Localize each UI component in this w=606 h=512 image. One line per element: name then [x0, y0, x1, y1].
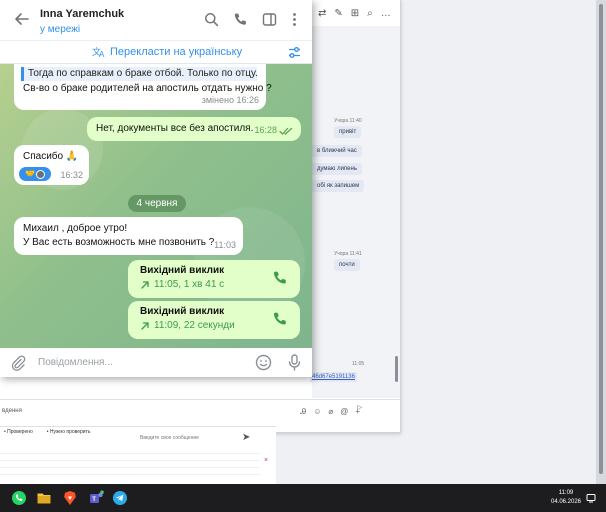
send-icon[interactable]: ▷	[357, 404, 362, 411]
outgoing-call-message[interactable]: Вихідний виклик 11:09, 22 секунди	[128, 301, 300, 339]
send-arrow-icon[interactable]: ➤	[242, 432, 250, 443]
reaction-badge[interactable]: 🤝	[19, 167, 51, 181]
call-back-phone-icon[interactable]	[272, 311, 288, 327]
background-toolbar: ⇄ ✎ ⊞ ⌕ …	[312, 0, 400, 26]
bg-msg-time: 11:05	[352, 361, 365, 367]
message-time: 16:32	[60, 170, 83, 180]
bg2-list	[0, 447, 260, 481]
bg-message: привіт	[334, 126, 362, 138]
outgoing-arrow-icon	[141, 321, 149, 330]
outgoing-call-message[interactable]: Вихідний виклик 11:05, 1 хв 41 с	[128, 260, 300, 298]
background-chat: Учора 11:40 привіт в ближчий час думаю л…	[312, 26, 400, 398]
emoji-icon[interactable]	[255, 354, 272, 371]
bg-msg-time: Учора 11:41	[334, 251, 362, 257]
message-outgoing[interactable]: Нет, документы все без апостиля. 16:28	[87, 117, 301, 141]
message-incoming[interactable]: Михаил , доброе утро! У Вас есть возможн…	[14, 217, 243, 255]
mention-icon[interactable]: @	[340, 407, 348, 417]
more-icon[interactable]: …	[381, 8, 391, 19]
text-format-icon[interactable]: Ꭿ	[300, 407, 306, 417]
bg-scrollbar[interactable]	[395, 356, 398, 382]
telegram-icon[interactable]	[112, 490, 128, 506]
svg-text:T: T	[92, 497, 96, 503]
message-time: 16:28	[254, 125, 277, 135]
message-text-line: Михаил , доброе утро!	[23, 223, 128, 234]
bg-message: почти	[334, 259, 360, 271]
outgoing-arrow-icon	[141, 280, 149, 289]
phone-icon[interactable]	[233, 12, 248, 27]
search-icon[interactable]: ⌕	[367, 8, 373, 19]
bg-message: в ближчий час	[312, 145, 362, 157]
chat-header: Inna Yaremchuk у мережі	[0, 0, 312, 40]
call-details: 11:05, 1 хв 41 с	[140, 279, 288, 290]
bg-input-label: вдення	[2, 408, 22, 414]
call-duration: 11:09, 22 секунди	[154, 320, 235, 331]
back-arrow-icon[interactable]	[13, 10, 31, 28]
message-time: змінено 16:26	[201, 95, 259, 105]
notification-icon[interactable]	[586, 493, 596, 503]
avatar	[35, 169, 45, 179]
bg-input-tools: Ꭿ ☺ ⌀ @ +	[300, 407, 360, 417]
system-clock[interactable]: 11:09 04.06.2026	[548, 489, 584, 507]
bg-message: думаю липень	[312, 163, 362, 175]
svg-text:A: A	[99, 50, 105, 58]
double-check-icon	[279, 127, 293, 135]
clock-date: 04.06.2026	[550, 499, 582, 505]
translate-label: Перекласти на українську	[110, 46, 243, 58]
grid-icon[interactable]: ⊞	[351, 8, 359, 19]
translate-settings-icon[interactable]	[287, 45, 302, 60]
scrollbar-thumb[interactable]	[599, 4, 603, 474]
search-icon[interactable]	[204, 12, 219, 27]
shuffle-icon[interactable]: ⇄	[318, 8, 326, 19]
close-icon[interactable]: ×	[264, 457, 268, 464]
call-back-phone-icon[interactable]	[272, 270, 288, 286]
handshake-icon: 🤝	[25, 169, 35, 178]
date-separator[interactable]: 4 червня	[128, 195, 186, 212]
taskbar: T 11:09 04.06.2026	[0, 484, 606, 512]
sidebar-toggle-icon[interactable]	[262, 12, 277, 27]
message-incoming[interactable]: Тогда по справкам о браке отбой. Только …	[14, 64, 272, 110]
bg-message: обі як запишем	[312, 180, 365, 192]
bg2-tabs: • Проверено • Нужно проверить	[0, 427, 276, 437]
bg2-hint: Введите свое сообщение	[140, 435, 199, 441]
telegram-chat-window: Inna Yaremchuk у мережі 文 A Перекласти н…	[0, 0, 312, 377]
page-scrollbar[interactable]	[596, 0, 606, 484]
message-text-line: У Вас есть возможность мне позвонить ?	[23, 237, 215, 248]
paperclip-icon[interactable]	[10, 355, 26, 371]
message-composer	[0, 348, 312, 377]
bg-message-input[interactable]: вдення Ꭿ ☺ ⌀ @ + ▷	[0, 399, 400, 423]
file-explorer-icon[interactable]	[36, 490, 52, 506]
message-text: Спасибо 🙏	[23, 151, 79, 162]
bg-link[interactable]: 46d67e5191136	[310, 372, 357, 382]
quoted-message[interactable]: Тогда по справкам о браке отбой. Только …	[21, 67, 258, 81]
call-title: Вихідний виклик	[140, 306, 225, 317]
attach-icon[interactable]: ⌀	[328, 407, 333, 417]
clock-time: 11:09	[558, 490, 574, 496]
edit-icon[interactable]: ✎	[334, 8, 342, 19]
translate-icon: 文 A	[92, 46, 105, 58]
message-input[interactable]	[38, 354, 238, 371]
emoji-icon[interactable]: ☺	[313, 407, 321, 417]
message-text: Нет, документы все без апостиля.	[96, 123, 254, 134]
bg2-tab[interactable]: • Проверено	[4, 429, 33, 435]
teams-icon[interactable]: T	[88, 490, 104, 506]
bg2-tab[interactable]: • Нужно проверить	[47, 429, 91, 435]
call-duration: 11:05, 1 хв 41 с	[154, 279, 225, 290]
microphone-icon[interactable]	[287, 354, 302, 371]
bg-msg-time: Учора 11:40	[334, 118, 362, 124]
call-title: Вихідний виклик	[140, 265, 225, 276]
brave-icon[interactable]	[62, 490, 78, 506]
message-time: 11:03	[214, 240, 236, 250]
message-incoming[interactable]: Спасибо 🙏 🤝 16:32	[14, 145, 89, 185]
background-window-2: • Проверено • Нужно проверить Введите св…	[0, 426, 276, 484]
translate-bar: 文 A Перекласти на українську	[0, 40, 312, 64]
call-details: 11:09, 22 секунди	[140, 320, 288, 331]
whatsapp-icon[interactable]	[11, 490, 27, 506]
contact-status: у мережі	[40, 24, 81, 35]
translate-button[interactable]: 文 A Перекласти на українську	[92, 46, 242, 58]
contact-name[interactable]: Inna Yaremchuk	[40, 8, 124, 20]
more-vertical-icon[interactable]	[287, 12, 302, 27]
message-list[interactable]: Тогда по справкам о браке отбой. Только …	[0, 64, 312, 348]
